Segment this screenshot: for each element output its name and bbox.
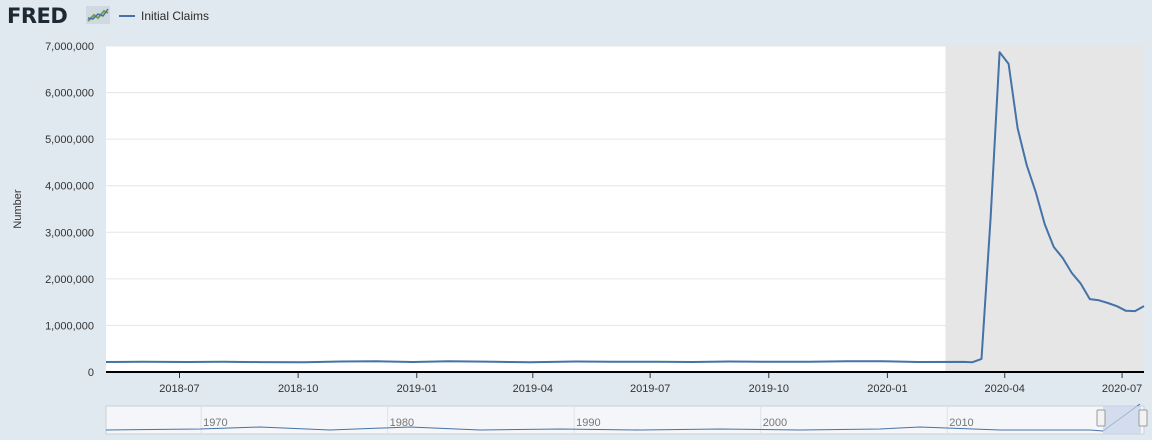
- y-tick-label: 2,000,000: [45, 274, 94, 286]
- x-tick-label: 2018-07: [159, 383, 199, 395]
- line-chart: 0 1,000,000 2,000,000 3,000,000 4,000,000 5,0…: [12, 41, 1148, 435]
- navigator-right-handle[interactable]: [1138, 409, 1148, 427]
- y-axis-label: Number: [12, 189, 24, 228]
- x-tick-label: 2020-07: [1102, 383, 1142, 395]
- y-tick-label: 3,000,000: [45, 227, 94, 239]
- navigator-year-label: 1990: [576, 417, 600, 429]
- x-tick-label: 2019-10: [749, 383, 789, 395]
- navigator-year-label: 2000: [763, 417, 787, 429]
- y-tick-label: 7,000,000: [45, 41, 94, 53]
- y-tick-label: 5,000,000: [45, 134, 94, 146]
- x-tick-label: 2018-10: [278, 383, 318, 395]
- y-tick-label: 1,000,000: [45, 320, 94, 332]
- y-tick-label: 4,000,000: [45, 181, 94, 193]
- y-tick-label: 0: [88, 367, 94, 379]
- x-tick-label: 2019-04: [513, 383, 553, 395]
- recession-shading: [945, 46, 1144, 372]
- x-tick-label: 2019-01: [397, 383, 437, 395]
- navigator-selection[interactable]: [1103, 406, 1141, 434]
- navigator-year-label: 2010: [949, 417, 973, 429]
- navigator-left-handle[interactable]: [1096, 409, 1106, 427]
- x-tick-label: 2019-07: [630, 383, 670, 395]
- x-tick-label: 2020-01: [867, 383, 907, 395]
- y-tick-label: 6,000,000: [45, 88, 94, 100]
- navigator-year-label: 1970: [203, 417, 227, 429]
- x-tick-label: 2020-04: [985, 383, 1025, 395]
